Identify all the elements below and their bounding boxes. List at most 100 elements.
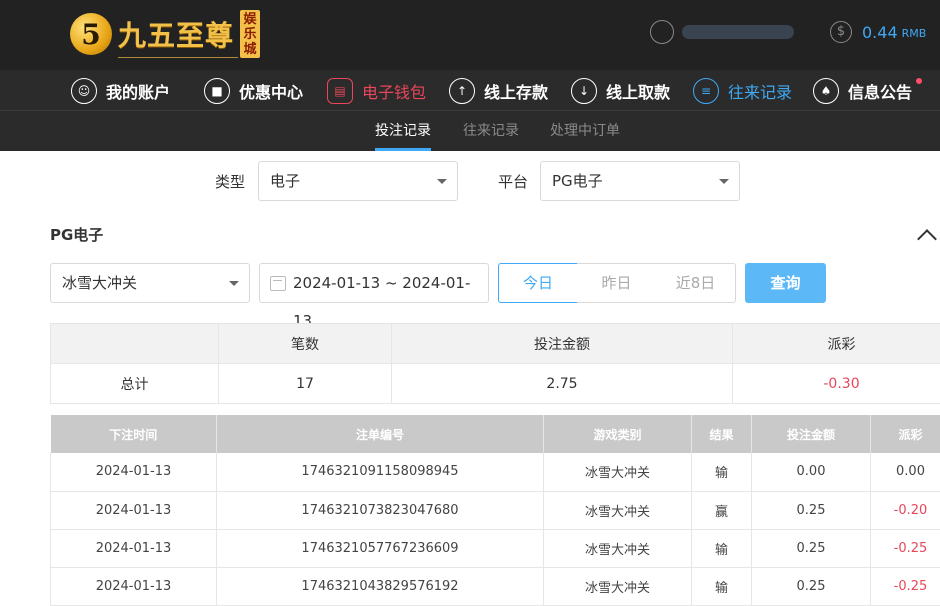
bet-result: 输 (692, 529, 752, 567)
bet-amount: 0.25 (752, 491, 871, 529)
date-range-value: 2024-01-13 ~ 2024-01-13 (293, 274, 470, 330)
withdraw-icon: ↓ (571, 78, 597, 104)
nav-label: 我的账户 (106, 79, 170, 103)
column-header: 派彩 (871, 415, 940, 453)
column-header: 投注金额 (752, 415, 871, 453)
nav-label: 往来记录 (728, 79, 792, 103)
bet-id: 1746321091158098945 (217, 453, 544, 491)
username-masked (682, 25, 794, 39)
bet-time: 2024-01-13 (51, 491, 217, 529)
summary-table: 笔数 投注金额 派彩 总计 17 2.75 -0.30 (50, 323, 940, 404)
platform-select[interactable]: PG电子 (540, 161, 740, 201)
bet-amount: 0.25 (752, 567, 871, 605)
summary-header-cell: 投注金额 (392, 324, 733, 364)
date-range-input[interactable]: 2024-01-13 ~ 2024-01-13 (259, 263, 489, 303)
chevron-down-icon (229, 281, 239, 286)
platform-select-value: PG电子 (552, 172, 603, 190)
payout: -0.25 (871, 567, 940, 605)
wallet-icon: ▤ (327, 78, 353, 104)
bet-time: 2024-01-13 (51, 529, 217, 567)
notification-dot (916, 78, 922, 84)
bet-time: 2024-01-13 (51, 453, 217, 491)
game-type: 冰雪大冲关 (544, 453, 692, 491)
last-8-days-button[interactable]: 近8日 (656, 263, 736, 303)
column-header: 注单编号 (217, 415, 544, 453)
main-nav: ☺ 我的账户 ■ 优惠中心 ▤ 电子钱包 ↑ 线上存款 ↓ 线上取款 ≡ 往来记… (0, 70, 940, 111)
nav-withdraw[interactable]: ↓ 线上取款 (571, 76, 670, 106)
summary-bet-amount: 2.75 (392, 364, 733, 404)
nav-label: 线上取款 (606, 79, 670, 103)
column-header: 下注时间 (51, 415, 217, 453)
nav-records[interactable]: ≡ 往来记录 (693, 76, 792, 106)
bet-id: 1746321073823047680 (217, 491, 544, 529)
balance: $ 0.44 RMB (830, 21, 926, 43)
summary-header-cell: 派彩 (733, 324, 940, 364)
platform-label: 平台 (498, 171, 528, 192)
query-button[interactable]: 查询 (745, 263, 826, 303)
column-header: 游戏类别 (544, 415, 692, 453)
tab-pending-orders[interactable]: 处理中订单 (550, 111, 620, 151)
table-row[interactable]: 2024-01-13 1746321073823047680 冰雪大冲关 赢 0… (51, 491, 940, 529)
game-select-value: 冰雪大冲关 (62, 274, 137, 292)
summary-payout: -0.30 (733, 364, 940, 404)
game-type: 冰雪大冲关 (544, 491, 692, 529)
type-select[interactable]: 电子 (258, 161, 458, 201)
section-title: PG电子 (50, 224, 103, 245)
calendar-icon (270, 276, 286, 291)
logo-ornament (118, 52, 238, 58)
payout: -0.25 (871, 529, 940, 567)
summary-header-cell: 笔数 (219, 324, 392, 364)
nav-label: 线上存款 (484, 79, 548, 103)
nav-wallet[interactable]: ▤ 电子钱包 (327, 76, 426, 106)
bet-id: 1746321057767236609 (217, 529, 544, 567)
summary-cell: 总计 (51, 364, 219, 404)
nav-label: 信息公告 (848, 79, 912, 103)
user-info[interactable] (650, 20, 794, 44)
nav-deposit[interactable]: ↑ 线上存款 (449, 76, 548, 106)
summary-header-cell (51, 324, 219, 364)
bet-amount: 0.25 (752, 529, 871, 567)
logo-text: 九五至尊 (118, 14, 234, 54)
deposit-icon: ↑ (449, 78, 475, 104)
gift-icon: ■ (204, 78, 230, 104)
summary-count: 17 (219, 364, 392, 404)
dollar-icon: $ (830, 21, 852, 43)
summary-total-row: 总计 17 2.75 -0.30 (51, 364, 940, 404)
top-header: 5 九五至尊 娱乐城 $ 0.44 RMB (0, 0, 940, 70)
user-icon: ☺ (71, 78, 97, 104)
today-button[interactable]: 今日 (498, 263, 578, 303)
user-avatar-icon (650, 20, 674, 44)
nav-promotions[interactable]: ■ 优惠中心 (204, 76, 303, 106)
logo-badge: 娱乐城 (240, 10, 260, 58)
game-select[interactable]: 冰雪大冲关 (50, 263, 250, 303)
chevron-down-icon (437, 179, 447, 184)
nav-label: 优惠中心 (239, 79, 303, 103)
table-row[interactable]: 2024-01-13 1746321043829576192 冰雪大冲关 输 0… (51, 567, 940, 605)
nav-my-account[interactable]: ☺ 我的账户 (71, 76, 170, 106)
bet-amount: 0.00 (752, 453, 871, 491)
bet-result: 输 (692, 453, 752, 491)
bet-id: 1746321043829576192 (217, 567, 544, 605)
records-table: 下注时间 注单编号 游戏类别 结果 投注金额 派彩 2024-01-13 174… (50, 415, 940, 606)
tab-bet-records[interactable]: 投注记录 (375, 111, 431, 151)
yesterday-button[interactable]: 昨日 (577, 263, 657, 303)
column-header: 结果 (692, 415, 752, 453)
type-label: 类型 (215, 171, 245, 192)
chevron-up-icon[interactable] (917, 229, 937, 249)
balance-value: 0.44 (862, 23, 898, 42)
table-row[interactable]: 2024-01-13 1746321057767236609 冰雪大冲关 输 0… (51, 529, 940, 567)
type-select-value: 电子 (270, 172, 300, 190)
balance-currency: RMB (902, 27, 927, 40)
logo-mark: 5 (70, 13, 112, 55)
nav-announcements[interactable]: ♠ 信息公告 (813, 76, 912, 106)
table-row[interactable]: 2024-01-13 1746321091158098945 冰雪大冲关 输 0… (51, 453, 940, 491)
records-header-row: 下注时间 注单编号 游戏类别 结果 投注金额 派彩 (51, 415, 940, 453)
summary-header-row: 笔数 投注金额 派彩 (51, 324, 940, 364)
game-type: 冰雪大冲关 (544, 529, 692, 567)
bet-result: 赢 (692, 491, 752, 529)
bet-time: 2024-01-13 (51, 567, 217, 605)
tab-transactions[interactable]: 往来记录 (463, 111, 519, 151)
nav-label: 电子钱包 (362, 79, 426, 103)
records-icon: ≡ (693, 78, 719, 104)
bet-result: 输 (692, 567, 752, 605)
